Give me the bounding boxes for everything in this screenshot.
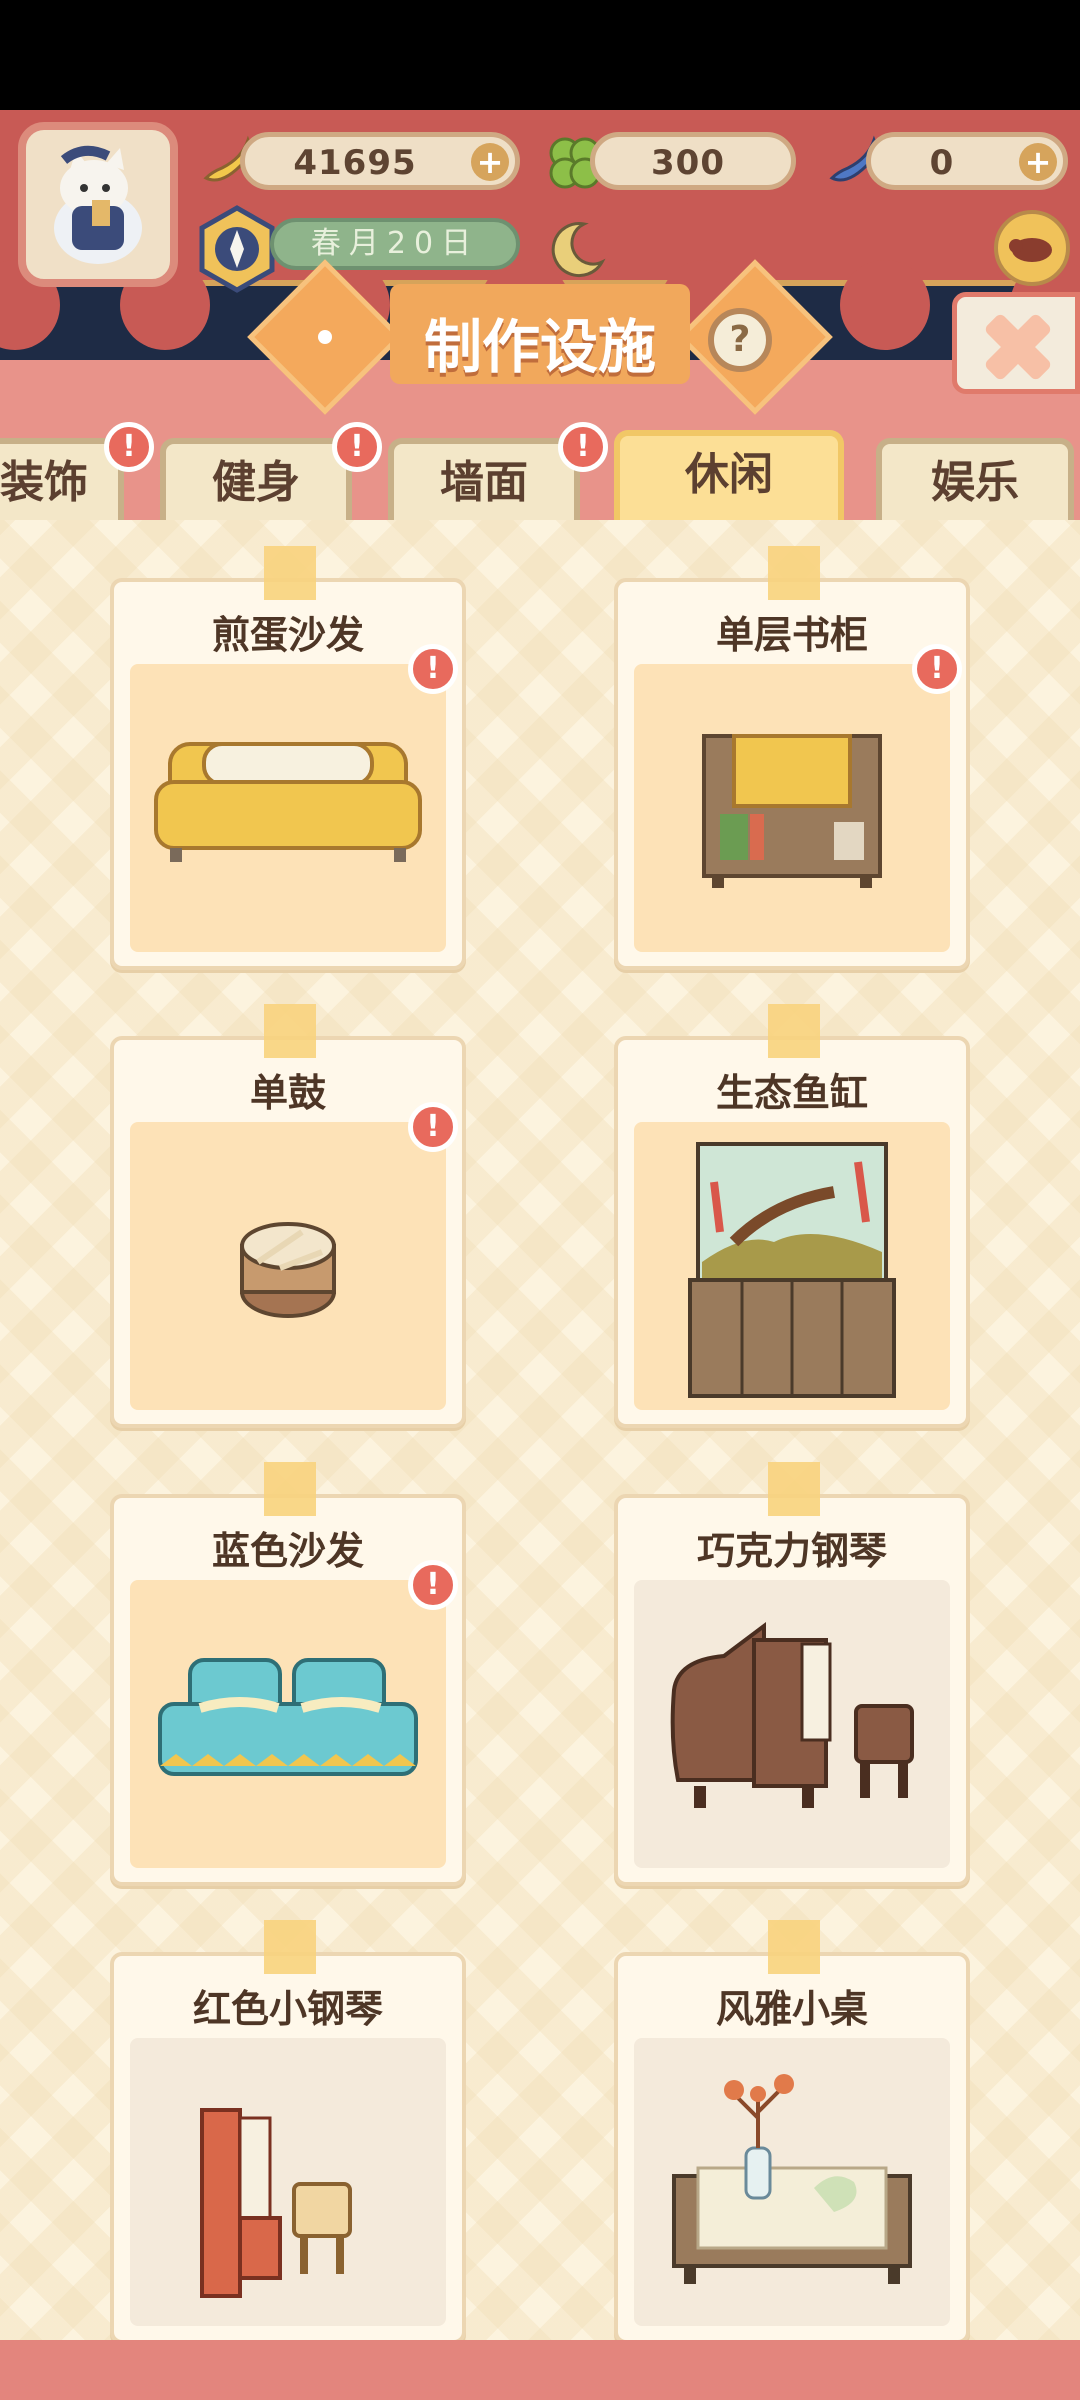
bottom-bar: [0, 2340, 1080, 2400]
item-card[interactable]: 巧克力钢琴: [614, 1462, 970, 1886]
page-title: 制作设施: [423, 313, 656, 381]
egg-sofa-icon: [154, 742, 422, 862]
help-button[interactable]: ?: [708, 308, 772, 372]
item-image: [634, 1580, 950, 1868]
red-piano-icon: [200, 2108, 352, 2298]
alert-badge: !: [912, 644, 962, 694]
item-image: [634, 1122, 950, 1410]
elegant-table-icon: [672, 2074, 912, 2284]
alert-badge: !: [408, 1102, 458, 1152]
item-name: 蓝色沙发: [211, 1529, 364, 1573]
item-image: [130, 1122, 446, 1410]
tab-leisure[interactable]: 休闲: [614, 430, 844, 522]
dot-icon: [318, 330, 332, 344]
tab-label: 墙面: [440, 457, 528, 508]
alert-badge: !: [408, 1560, 458, 1610]
item-card[interactable]: 红色小钢琴: [110, 1920, 466, 2344]
item-name: 生态鱼缸: [715, 1071, 868, 1115]
blue-sofa-icon: [158, 1658, 418, 1776]
piggy-bank-button[interactable]: [994, 210, 1070, 286]
item-image: [634, 664, 950, 952]
item-image: [130, 664, 446, 952]
tab-label: 装饰: [0, 457, 88, 508]
tab-fitness[interactable]: 健身: [160, 438, 352, 522]
alert-badge: !: [104, 422, 154, 472]
tab-label: 休闲: [685, 449, 773, 500]
item-card[interactable]: 单鼓 !: [110, 1004, 466, 1428]
banana-counter[interactable]: 41695 +: [240, 132, 520, 190]
tab-label: 健身: [212, 457, 300, 508]
item-card[interactable]: 蓝色沙发 !: [110, 1462, 466, 1886]
item-card[interactable]: 单层书柜 !: [614, 546, 970, 970]
item-name: 单层书柜: [715, 613, 868, 657]
bookshelf-icon: [702, 734, 882, 888]
item-image: [130, 2038, 446, 2326]
add-banana-button[interactable]: +: [471, 143, 509, 181]
item-card[interactable]: 风雅小桌: [614, 1920, 970, 2344]
alert-badge: !: [332, 422, 382, 472]
item-name: 煎蛋沙发: [211, 613, 364, 657]
alert-badge: !: [558, 422, 608, 472]
title-banner: 制作设施 ?: [240, 259, 840, 415]
aquarium-icon: [688, 1142, 896, 1398]
tab-entertainment[interactable]: 娱乐: [876, 438, 1074, 522]
clover-value: 300: [651, 143, 725, 183]
item-name: 红色小钢琴: [192, 1987, 383, 2031]
close-button[interactable]: [952, 292, 1080, 394]
status-bar: [0, 0, 1080, 110]
banana-value: 41695: [293, 143, 417, 183]
grand-piano-icon: [670, 1622, 914, 1808]
cat-avatar-icon: [54, 145, 142, 264]
blue-banana-value: 0: [929, 143, 955, 183]
drum-icon: [240, 1222, 336, 1318]
item-card[interactable]: 生态鱼缸: [614, 1004, 970, 1428]
alert-badge: !: [408, 644, 458, 694]
item-name: 巧克力钢琴: [696, 1529, 887, 1573]
item-image: [130, 1580, 446, 1868]
item-name: 风雅小桌: [715, 1987, 868, 2031]
player-avatar[interactable]: [18, 122, 178, 287]
tab-label: 娱乐: [931, 457, 1019, 508]
blue-banana-counter[interactable]: 0 +: [866, 132, 1068, 190]
tab-wall[interactable]: 墙面: [388, 438, 580, 522]
item-name: 单鼓: [249, 1071, 326, 1115]
item-card[interactable]: 煎蛋沙发 !: [110, 546, 466, 970]
clover-counter[interactable]: 300: [590, 132, 796, 190]
add-blue-banana-button[interactable]: +: [1019, 143, 1057, 181]
item-image: [634, 2038, 950, 2326]
boar-icon: [1009, 238, 1052, 262]
